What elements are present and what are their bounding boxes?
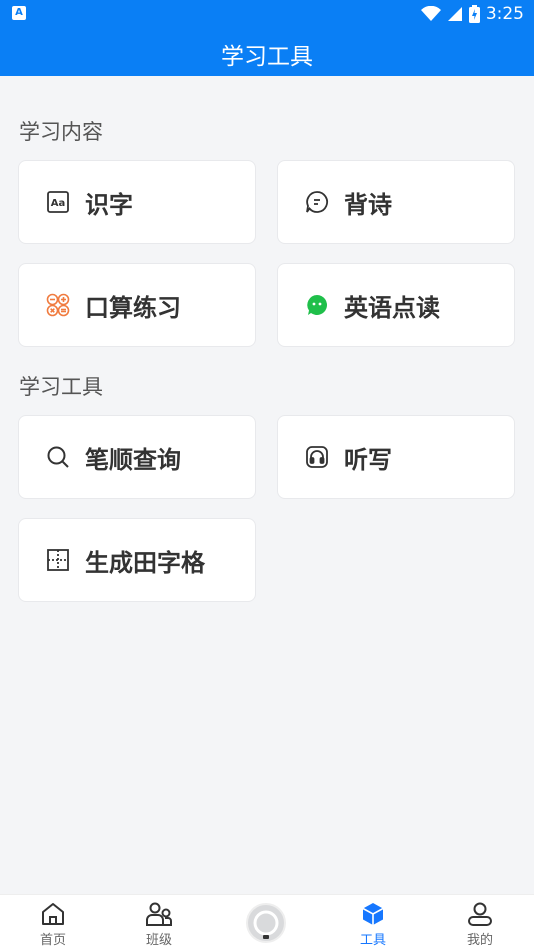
status-time: 3:25 <box>485 4 524 24</box>
card-label: 口算练习 <box>85 293 181 322</box>
app-bar: 学习工具 <box>0 28 534 76</box>
card-label: 识字 <box>85 190 133 219</box>
user-icon <box>468 902 492 926</box>
wifi-icon <box>420 6 441 21</box>
card-beishi[interactable]: 背诗 <box>277 160 515 244</box>
status-indicators: 3:25 <box>420 3 524 25</box>
card-label: 听写 <box>344 445 392 474</box>
card-label: 笔顺查询 <box>85 445 181 474</box>
tab-label: 首页 <box>39 933 66 948</box>
tab-label: 工具 <box>359 933 386 948</box>
tab-label: 我的 <box>466 933 493 948</box>
app-notification-icon: A <box>12 6 26 20</box>
tab-home[interactable]: 首页 <box>0 895 106 950</box>
card-shizi[interactable]: Aa 识字 <box>18 160 256 244</box>
headphones-icon <box>304 444 330 470</box>
card-label: 背诗 <box>344 190 392 219</box>
cube-icon <box>362 903 384 925</box>
section-title-learning-content: 学习内容 <box>19 120 103 144</box>
chat-bubble-icon <box>304 189 330 215</box>
class-icon <box>146 902 172 926</box>
section-title-learning-tools: 学习工具 <box>19 375 103 399</box>
center-circle-icon <box>246 903 286 943</box>
tab-label: 班级 <box>145 933 172 948</box>
tab-center[interactable] <box>213 895 319 950</box>
page-title: 学习工具 <box>221 44 313 70</box>
tab-tools[interactable]: 工具 <box>320 895 426 950</box>
calculator-icon <box>45 292 71 318</box>
wechat-bubble-icon <box>304 292 330 318</box>
tab-mine[interactable]: 我的 <box>427 895 533 950</box>
card-tianzige[interactable]: 生成田字格 <box>18 518 256 602</box>
font-box-icon: Aa <box>45 189 71 215</box>
grid-icon <box>45 547 71 573</box>
card-kousuan[interactable]: 口算练习 <box>18 263 256 347</box>
card-label: 生成田字格 <box>85 548 205 577</box>
bottom-tab-bar: 首页 班级 工具 我的 <box>0 894 534 950</box>
card-dictation[interactable]: 听写 <box>277 415 515 499</box>
card-label: 英语点读 <box>344 293 440 322</box>
tab-class[interactable]: 班级 <box>106 895 212 950</box>
home-icon <box>42 903 64 925</box>
battery-icon <box>468 5 480 23</box>
signal-icon <box>447 7 462 21</box>
svg-text:Aa: Aa <box>51 198 66 209</box>
search-icon <box>45 444 71 470</box>
card-stroke-order[interactable]: 笔顺查询 <box>18 415 256 499</box>
status-bar: A 3:25 <box>0 0 534 28</box>
card-english-reading[interactable]: 英语点读 <box>277 263 515 347</box>
